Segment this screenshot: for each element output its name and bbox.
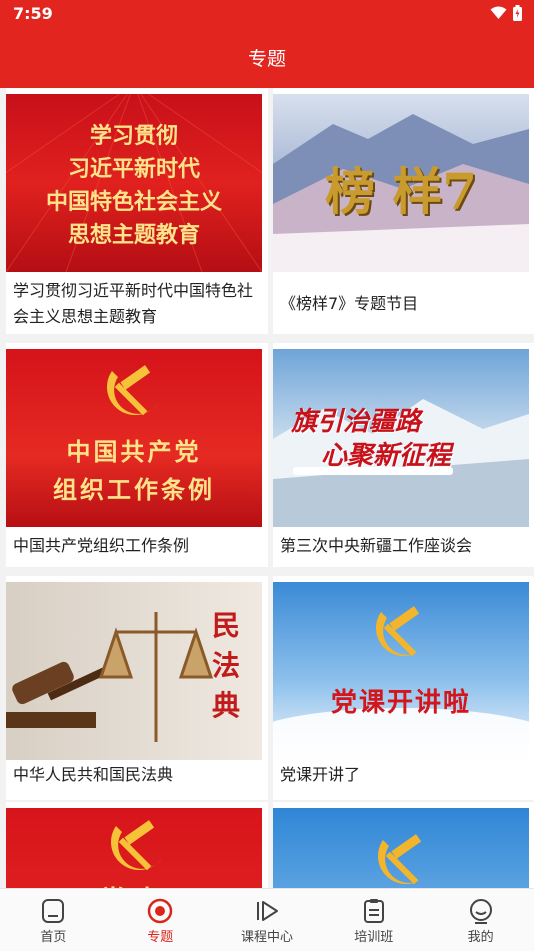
topic-title: 学习贯彻习近平新时代中国特色社会主义思想主题教育	[13, 281, 254, 326]
topic-thumbnail: 党课开讲啦	[273, 582, 529, 760]
gavel-icon	[6, 661, 115, 728]
poster-line: 学习贯彻	[89, 123, 178, 149]
poster-line: 党史	[6, 880, 262, 888]
nav-training-class[interactable]: 培训班	[320, 889, 427, 951]
topic-card[interactable]: 旗引治疆路 心聚新征程 第三次中央新疆工作座谈会	[273, 343, 534, 567]
topic-card[interactable]	[273, 802, 534, 888]
topic-thumbnail: 民 法 典	[6, 582, 262, 760]
topic-title: 《榜样7》专题节目	[280, 294, 419, 313]
topic-card[interactable]: 党课开讲啦 党课开讲了	[273, 576, 534, 800]
poster-line: 旗引治疆路	[291, 407, 422, 437]
hammer-sickle-icon	[110, 820, 162, 871]
app-header: 7:59 专题	[0, 0, 534, 88]
poster-line: 中国共产党	[66, 437, 202, 466]
poster-line: 心聚新征程	[321, 441, 452, 471]
topic-thumbnail: 旗引治疆路 心聚新征程	[273, 349, 529, 527]
topic-title: 第三次中央新疆工作座谈会	[280, 536, 473, 555]
nav-label: 首页	[40, 930, 67, 945]
poster-line: 民	[211, 609, 240, 642]
poster-line: 党课开讲啦	[330, 688, 471, 718]
hammer-sickle-icon	[106, 365, 158, 416]
topic-title: 中华人民共和国民法典	[13, 765, 174, 784]
poster-line: 思想主题教育	[67, 222, 200, 248]
topic-card[interactable]: 中国共产党 组织工作条例 中国共产党组织工作条例	[6, 343, 268, 567]
nav-mine[interactable]: 我的	[427, 889, 534, 951]
scale-icon	[98, 612, 214, 742]
nav-label: 课程中心	[240, 930, 293, 945]
status-icons	[490, 5, 522, 21]
nav-topic[interactable]: 专题	[107, 889, 214, 951]
battery-icon	[513, 5, 522, 21]
topic-thumbnail: 中国共产党 组织工作条例	[6, 349, 262, 527]
topic-icon	[147, 898, 173, 924]
course-play-icon	[256, 901, 278, 921]
topic-thumbnail	[273, 808, 529, 888]
bottom-nav: 首页 专题 课程中心 培训班 我的	[0, 888, 534, 951]
poster-line: 典	[211, 689, 240, 722]
topic-title: 中国共产党组织工作条例	[13, 536, 190, 555]
topic-card[interactable]: 民 法 典 中华人民共和国民法典	[6, 576, 268, 800]
nav-label: 专题	[147, 930, 174, 945]
home-icon	[42, 899, 65, 923]
status-time: 7:59	[13, 4, 53, 23]
nav-course-center[interactable]: 课程中心	[214, 889, 321, 951]
nav-label: 培训班	[354, 930, 394, 945]
topic-card[interactable]: 学习贯彻 习近平新时代 中国特色社会主义 思想主题教育 学习贯彻习近平新时代中国…	[6, 88, 268, 334]
poster-line: 习近平新时代	[67, 156, 200, 182]
poster-line: 榜 样7	[324, 162, 478, 221]
topic-title: 党课开讲了	[280, 765, 361, 784]
poster-line: 法	[211, 649, 240, 682]
poster-line: 组织工作条例	[53, 475, 215, 504]
topic-thumbnail: 学习贯彻 习近平新时代 中国特色社会主义 思想主题教育	[6, 94, 262, 272]
nav-label: 我的	[467, 930, 494, 945]
topic-thumbnail: 党史	[6, 808, 262, 888]
topic-card[interactable]: 党史	[6, 802, 268, 888]
profile-face-icon	[469, 899, 492, 924]
nav-home[interactable]: 首页	[0, 889, 107, 951]
topic-thumbnail: 榜 样7	[273, 94, 529, 272]
topic-card[interactable]: 榜 样7 《榜样7》专题节目	[273, 88, 534, 334]
wifi-icon	[490, 6, 507, 19]
hammer-sickle-icon	[377, 834, 429, 885]
page-title: 专题	[247, 48, 286, 70]
hammer-sickle-icon	[375, 606, 427, 657]
topic-grid: 学习贯彻 习近平新时代 中国特色社会主义 思想主题教育 学习贯彻习近平新时代中国…	[0, 88, 534, 888]
poster-line: 中国特色社会主义	[45, 189, 222, 215]
clipboard-icon	[363, 899, 384, 923]
